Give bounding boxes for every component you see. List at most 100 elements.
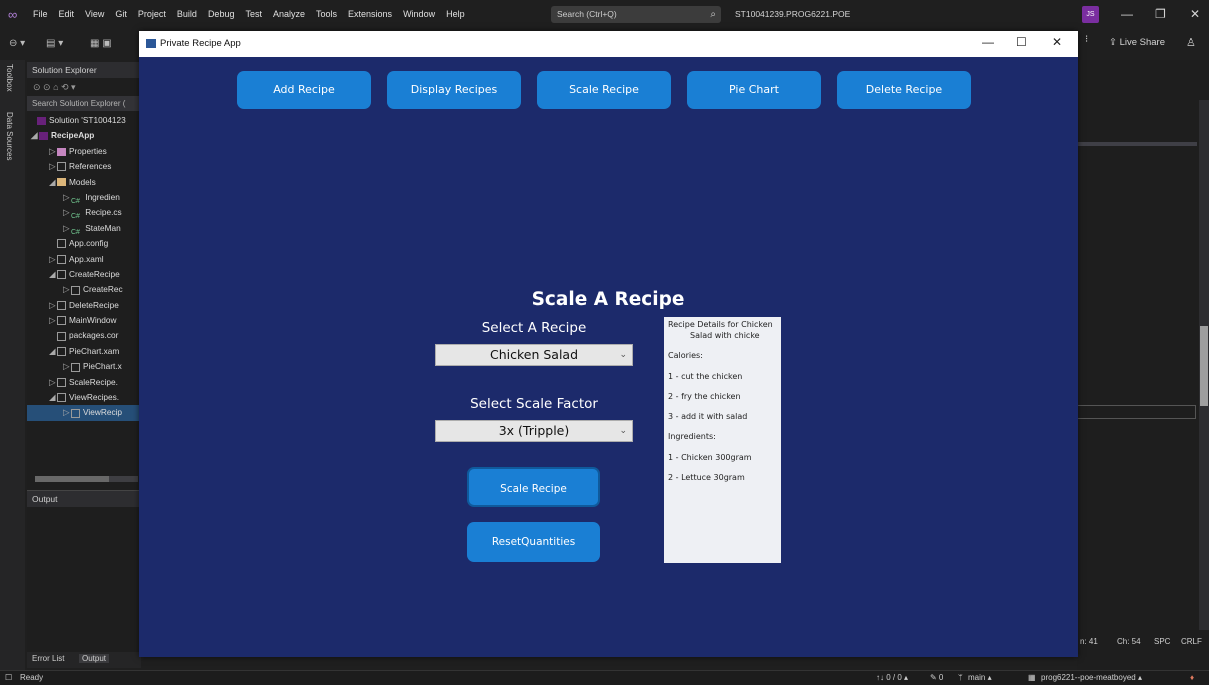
tree-item[interactable]: ▷ C# Recipe.cs [27, 205, 141, 220]
menu-view[interactable]: View [85, 9, 104, 19]
tree-item[interactable]: ▷ App.xaml [27, 252, 141, 267]
display-recipes-button[interactable]: Display Recipes [387, 71, 521, 109]
solution-icon [37, 116, 46, 125]
menu-project[interactable]: Project [138, 9, 166, 19]
chevron-down-icon: ⌄ [619, 426, 627, 436]
project-icon [39, 132, 48, 141]
menu-edit[interactable]: Edit [59, 9, 75, 19]
tab-error-list[interactable]: Error List [32, 654, 64, 663]
repo-icon: ▦ [1028, 673, 1036, 682]
save-all-icon[interactable]: ▦ ▣ [90, 38, 112, 49]
app-minimize-icon[interactable]: — [982, 35, 994, 49]
recipe-select[interactable]: Chicken Salad ⌄ [435, 344, 633, 366]
scale-recipe-nav-button[interactable]: Scale Recipe [537, 71, 671, 109]
solution-explorer-toolbar: ⊙ ⊙ ⌂ ⟲ ▾ [27, 78, 141, 96]
tree-item[interactable]: ▷ C# StateMan [27, 221, 141, 236]
solution-name: ST10041239.PROG6221.POE [735, 9, 851, 19]
back-icon[interactable]: ⊖ ▾ [9, 38, 25, 49]
tree-item[interactable]: ◢ Models [27, 175, 141, 190]
editor-scrollbar[interactable] [1199, 100, 1209, 630]
tab-output[interactable]: Output [79, 654, 110, 663]
toolbox-tab[interactable]: Toolbox [5, 64, 14, 92]
tree-item[interactable]: ▷ Properties [27, 144, 141, 159]
select-recipe-label: Select A Recipe [481, 320, 587, 336]
main-menu: File Edit View Git Project Build Debug T… [33, 9, 465, 19]
recipe-select-value: Chicken Salad [489, 347, 579, 362]
details-title: Recipe Details for Chicken [668, 320, 773, 329]
save-icon[interactable]: ▤ ▾ [46, 38, 63, 49]
menu-test[interactable]: Test [245, 9, 262, 19]
tree-item[interactable]: ▷ C# Ingredien [27, 190, 141, 205]
folder-icon [57, 178, 66, 187]
menu-debug[interactable]: Debug [208, 9, 235, 19]
notification-icon[interactable]: ♦ [1190, 673, 1194, 682]
git-changes[interactable]: ↑↓ 0 / 0 ▴ [876, 673, 908, 682]
home-icon[interactable]: ⊙ ⊙ ⌂ ⟲ ▾ [33, 82, 76, 92]
tree-item[interactable]: ▷ References [27, 159, 141, 174]
feedback-icon[interactable]: ♙ [1186, 36, 1196, 49]
menu-tools[interactable]: Tools [316, 9, 337, 19]
tree-item[interactable]: ◢ PieChart.xam [27, 344, 141, 359]
tree-item[interactable]: ▷ CreateRec [27, 282, 141, 297]
menu-git[interactable]: Git [115, 9, 127, 19]
tree-item[interactable]: App.config [27, 236, 141, 251]
tree-item[interactable]: ◢ RecipeApp [27, 128, 141, 143]
solution-search-input[interactable]: Search Solution Explorer ( [27, 96, 141, 111]
xaml-file-icon [57, 301, 66, 310]
chevron-down-icon: ⌄ [619, 350, 627, 360]
app-window-icon [146, 39, 156, 48]
branch-icon: ᛘ [958, 673, 963, 682]
menu-extensions[interactable]: Extensions [348, 9, 392, 19]
scale-factor-select[interactable]: 3x (Tripple) ⌄ [435, 420, 633, 442]
tree-item[interactable]: ◢ ViewRecipes. [27, 390, 141, 405]
details-ingredient: 2 - Lettuce 30gram [668, 473, 745, 482]
tree-item[interactable]: ◢ CreateRecipe [27, 267, 141, 282]
wrench-icon [57, 147, 66, 156]
menu-help[interactable]: Help [446, 9, 465, 19]
minimize-icon[interactable]: — [1121, 7, 1133, 21]
pie-chart-button[interactable]: Pie Chart [687, 71, 821, 109]
properties-field[interactable] [1077, 405, 1196, 419]
menu-build[interactable]: Build [177, 9, 197, 19]
pending-edits[interactable]: ✎ 0 [930, 673, 943, 682]
avatar[interactable]: JS [1082, 6, 1099, 23]
tree-item-selected[interactable]: ▷ ViewRecip [27, 405, 141, 421]
live-share-button[interactable]: ⇪ Live Share [1109, 37, 1165, 48]
code-file-icon [71, 362, 80, 372]
code-file-icon [71, 408, 80, 418]
git-branch[interactable]: main ▴ [968, 673, 992, 682]
tree-item[interactable]: packages.cor [27, 328, 141, 343]
ide-search-box[interactable]: Search (Ctrl+Q) ⌕ [551, 6, 721, 23]
xaml-file-icon [57, 393, 66, 403]
menu-window[interactable]: Window [403, 9, 435, 19]
overflow-icon[interactable]: ⁝ [1085, 34, 1088, 45]
scale-recipe-button[interactable]: Scale Recipe [467, 467, 600, 507]
app-maximize-icon[interactable]: ☐ [1016, 35, 1027, 49]
close-icon[interactable]: ✕ [1190, 7, 1200, 21]
line-ending[interactable]: CRLF [1181, 637, 1202, 646]
menu-analyze[interactable]: Analyze [273, 9, 305, 19]
spacing-mode[interactable]: SPC [1154, 637, 1170, 646]
ide-search-placeholder: Search (Ctrl+Q) [557, 9, 617, 19]
add-recipe-button[interactable]: Add Recipe [237, 71, 371, 109]
tree-item[interactable]: Solution 'ST1004123 [27, 113, 141, 128]
tree-item[interactable]: ▷ MainWindow [27, 313, 141, 328]
tree-item[interactable]: ▷ ScaleRecipe. [27, 375, 141, 390]
details-ingredient: 1 - Chicken 300gram [668, 453, 752, 462]
visual-studio-logo-icon: ∞ [8, 7, 18, 22]
menu-file[interactable]: File [33, 9, 48, 19]
tree-item[interactable]: ▷ DeleteRecipe [27, 298, 141, 313]
csharp-file-icon: C# [71, 197, 80, 205]
app-close-icon[interactable]: ✕ [1052, 35, 1062, 49]
xaml-file-icon [57, 254, 66, 264]
reset-quantities-button[interactable]: ResetQuantities [467, 522, 600, 562]
config-file-icon [57, 331, 66, 341]
config-file-icon [57, 239, 66, 249]
data-sources-tab[interactable]: Data Sources [5, 112, 14, 160]
xaml-file-icon [57, 270, 66, 280]
tree-item[interactable]: ▷ PieChart.x [27, 359, 141, 374]
git-repo[interactable]: prog6221--poe-meatboyed ▴ [1041, 673, 1142, 682]
restore-icon[interactable]: ❐ [1155, 7, 1166, 21]
delete-recipe-button[interactable]: Delete Recipe [837, 71, 971, 109]
solution-explorer-scrollbar[interactable] [35, 476, 138, 482]
